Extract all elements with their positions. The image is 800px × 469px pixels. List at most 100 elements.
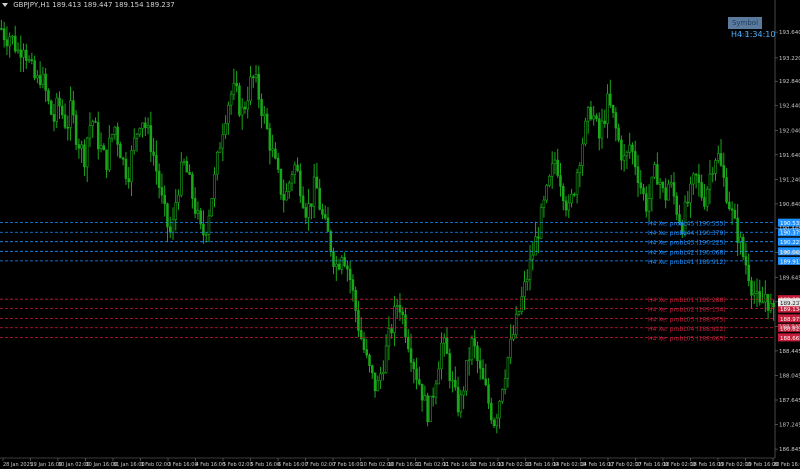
candle-body — [196, 210, 200, 214]
level-price-tag-text: 189.134 — [780, 307, 800, 313]
candle-body — [628, 144, 631, 153]
candle-body — [8, 36, 11, 47]
price-chart[interactable]: H4 Xe: probL45 (190.535)190.535H4 Xe: pr… — [0, 0, 800, 469]
time-tick-label: 6 Feb 16:00 — [278, 462, 308, 468]
candle-body — [395, 305, 399, 307]
candle-body — [501, 389, 504, 402]
candle-body — [174, 202, 178, 220]
candle-body — [495, 417, 499, 427]
price-tick-label: 189.245 — [779, 300, 800, 306]
candle-body — [686, 201, 690, 204]
candle-body — [61, 105, 64, 116]
candle-body — [337, 263, 341, 270]
candle-body — [597, 118, 601, 139]
candle-body — [459, 394, 463, 413]
candle-body — [528, 258, 532, 280]
candle-body — [642, 187, 645, 195]
candle-body — [559, 175, 562, 187]
candle-body — [523, 281, 526, 297]
time-tick-label: 7 Feb 16:00 — [333, 462, 363, 468]
candle-body — [243, 106, 247, 110]
candle-body — [595, 115, 598, 120]
price-tick-label: 192.840 — [779, 79, 800, 85]
candle-body — [703, 197, 706, 207]
candle-body — [199, 210, 202, 225]
candle-body — [63, 114, 67, 128]
candle-body — [301, 195, 305, 208]
candle-body — [27, 59, 31, 61]
candle-body — [315, 176, 319, 189]
candle-body — [127, 178, 130, 183]
candle-body — [38, 75, 42, 85]
candle-body — [80, 144, 83, 149]
candle-body — [88, 125, 92, 139]
candle-body — [669, 182, 673, 185]
candle-body — [22, 49, 25, 58]
candle-body — [393, 306, 396, 334]
candle-body — [58, 97, 61, 107]
candle-body — [69, 100, 72, 128]
candle-body — [362, 338, 366, 350]
candle-body — [506, 357, 510, 379]
candle-body — [420, 383, 424, 401]
candle-body — [620, 139, 623, 161]
level-price-tag-text: 190.225 — [780, 240, 800, 246]
candle-body — [218, 147, 222, 153]
candle-body — [415, 368, 418, 380]
candle-body — [755, 291, 759, 294]
candle-body — [556, 159, 559, 176]
candle-body — [456, 386, 460, 413]
candle-body — [246, 100, 249, 110]
candle-body — [318, 187, 321, 210]
candle-body — [728, 201, 731, 210]
level-label: H4 Xe: probL04 (188.822) — [648, 326, 726, 333]
candle-body — [155, 155, 158, 172]
candle-body — [135, 133, 139, 139]
candle-body — [636, 166, 640, 184]
candle-body — [2, 28, 6, 41]
symbol-toggle-button[interactable]: Symbol off — [728, 17, 762, 39]
candle-body — [772, 302, 775, 308]
candle-body — [25, 49, 28, 61]
candle-body — [631, 144, 634, 152]
candle-body — [240, 106, 244, 116]
candle-body — [750, 280, 753, 296]
time-tick-label: 5 Feb 16:00 — [251, 462, 281, 468]
candle-body — [445, 337, 449, 354]
candle-body — [124, 158, 128, 179]
price-tick-label: 191.240 — [779, 177, 800, 183]
candle-body — [16, 49, 20, 52]
candle-body — [146, 125, 150, 129]
candle-body — [113, 126, 117, 135]
candle-body — [708, 173, 712, 190]
candle-body — [440, 342, 443, 370]
candle-body — [498, 401, 501, 419]
candle-body — [271, 148, 274, 151]
candle-body — [694, 173, 698, 176]
candle-body — [373, 372, 377, 392]
candle-body — [66, 126, 70, 129]
candle-body — [733, 209, 737, 219]
candle-body — [719, 153, 723, 166]
candle-body — [368, 354, 371, 366]
candle-body — [705, 188, 709, 207]
candle-body — [257, 74, 261, 100]
candle-body — [617, 127, 620, 141]
candle-body — [741, 236, 745, 257]
time-tick-label: 28 Jan 2025 — [3, 462, 33, 468]
candle-body — [52, 114, 56, 122]
candle-body — [285, 191, 288, 201]
collapse-triangle-icon[interactable] — [2, 3, 8, 7]
candle-body — [561, 186, 565, 202]
candle-body — [526, 279, 529, 283]
candle-body — [570, 193, 573, 204]
ohlc-values: 189.413 189.447 189.154 189.237 — [52, 1, 175, 9]
candle-body — [650, 176, 654, 200]
candle-body — [758, 291, 762, 303]
candle-body — [603, 120, 607, 124]
time-tick-label: 4 Feb 16:00 — [196, 462, 226, 468]
candle-body — [116, 126, 119, 145]
price-tick-label: 193.220 — [779, 56, 800, 62]
candle-body — [296, 164, 299, 172]
candle-body — [279, 169, 283, 195]
